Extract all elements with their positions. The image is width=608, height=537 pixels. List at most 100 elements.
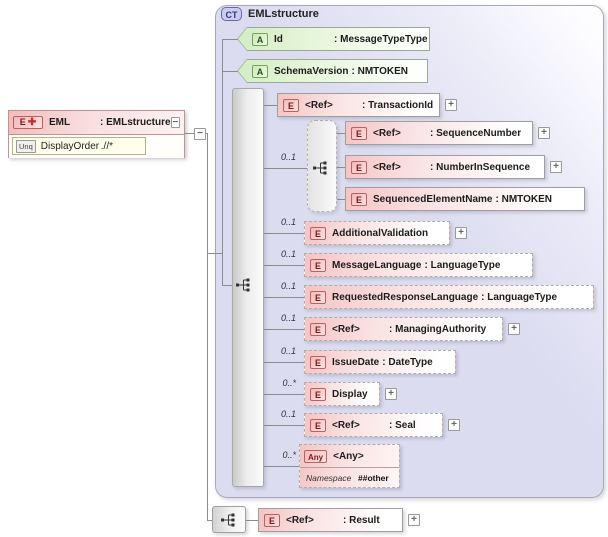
- any-name: <Any>: [333, 450, 364, 462]
- element-with-attributes-icon: E ✚: [13, 116, 43, 129]
- element-type: : LanguageType: [424, 259, 501, 271]
- element-type: : DateType: [382, 356, 433, 368]
- attribute-type: : MessageTypeType: [334, 33, 428, 45]
- connector-line: [264, 362, 304, 363]
- element-numberinsequence[interactable]: E <Ref> : NumberInSequence: [345, 155, 545, 179]
- element-display[interactable]: E Display: [304, 382, 380, 406]
- unique-icon: Unq: [16, 139, 36, 153]
- connector-line: [264, 168, 307, 169]
- connector-line: [337, 167, 345, 168]
- occurrence-label-issuedate: 0..1: [280, 346, 296, 356]
- element-messagelanguage[interactable]: E MessageLanguage : LanguageType: [304, 253, 533, 277]
- element-icon: E: [310, 387, 326, 401]
- element-name: RequestedResponseLanguage: [332, 291, 479, 303]
- expand-toggle-numberinsequence[interactable]: +: [550, 161, 562, 173]
- unique-constraint[interactable]: Unq DisplayOrder .//*: [12, 137, 146, 155]
- sequence-icon: [313, 161, 327, 175]
- element-sequencedelementname[interactable]: E SequencedElementName : NMTOKEN: [345, 187, 585, 211]
- attribute-name: SchemaVersion: [274, 65, 349, 77]
- element-icon: E: [351, 160, 367, 174]
- element-requestedresponselanguage[interactable]: E RequestedResponseLanguage : LanguageTy…: [304, 285, 594, 309]
- element-type: : SequenceNumber: [430, 127, 522, 139]
- element-name: MessageLanguage: [332, 259, 422, 271]
- element-issuedate[interactable]: E IssueDate : DateType: [304, 350, 456, 374]
- namespace-label: Namespace: [306, 473, 352, 483]
- connector-line: [264, 297, 304, 298]
- expand-toggle-display[interactable]: +: [385, 388, 397, 400]
- element-sequencenumber[interactable]: E <Ref> : SequenceNumber: [345, 121, 533, 145]
- element-icon: E: [310, 418, 326, 432]
- element-name: SequencedElementName: [373, 193, 493, 205]
- element-eml[interactable]: E ✚ EML : EMLstructure − Unq DisplayOrder…: [8, 110, 185, 158]
- result-sequence-compositor[interactable]: [212, 506, 246, 533]
- element-icon: E: [310, 226, 326, 240]
- connector-line: [207, 253, 223, 254]
- namespace-value: ##other: [358, 473, 389, 483]
- expand-toggle-result[interactable]: +: [408, 514, 420, 526]
- connector-line: [222, 39, 238, 40]
- complex-type-icon: CT: [221, 7, 242, 21]
- attribute-icon: A: [252, 32, 268, 46]
- attribute-type: : NMTOKEN: [351, 65, 408, 77]
- element-type: : EMLstructure: [100, 117, 171, 128]
- element-name: <Ref>: [286, 514, 314, 526]
- connector-line: [264, 425, 304, 426]
- element-name: EML: [49, 117, 71, 128]
- element-name: <Ref>: [332, 323, 360, 335]
- connector-line: [337, 199, 345, 200]
- element-managingauthority[interactable]: E <Ref> : ManagingAuthority: [304, 317, 503, 341]
- expand-toggle-additionalvalidation[interactable]: +: [455, 227, 467, 239]
- occurrence-label-display: 0..*: [282, 378, 296, 388]
- element-icon: E: [351, 126, 367, 140]
- connector-line: [264, 329, 304, 330]
- element-transactionid[interactable]: E <Ref> : TransactionId: [277, 93, 440, 117]
- attribute-name: Id: [274, 33, 283, 45]
- expand-toggle-managingauthority[interactable]: +: [508, 323, 520, 335]
- any-icon: Any: [304, 449, 328, 463]
- element-name: Display: [332, 388, 368, 400]
- unique-selector: .//*: [100, 140, 113, 152]
- connector-line: [184, 133, 194, 134]
- element-type: : LanguageType: [481, 291, 558, 303]
- expand-toggle-transactionid[interactable]: +: [445, 99, 457, 111]
- connector-line: [207, 133, 208, 521]
- attribute-id[interactable]: A Id : MessageTypeType: [237, 27, 430, 51]
- element-type: : Seal: [389, 419, 416, 431]
- connector-line: [246, 520, 258, 521]
- element-result[interactable]: E <Ref> : Result: [258, 508, 403, 532]
- element-any[interactable]: Any <Any> Namespace ##other: [299, 444, 400, 488]
- collapse-toggle[interactable]: −: [170, 117, 180, 128]
- element-name: AdditionalValidation: [332, 227, 429, 239]
- occurrence-label-seal: 0..1: [280, 409, 296, 419]
- element-icon: E: [310, 258, 326, 272]
- element-name: IssueDate: [332, 356, 380, 368]
- element-eml-header: E ✚ EML : EMLstructure −: [9, 111, 184, 135]
- connector-line: [337, 133, 345, 134]
- element-eml-body: Unq DisplayOrder .//*: [9, 135, 184, 158]
- element-type: : Result: [343, 514, 380, 526]
- occurrence-label-group: 0..1: [280, 152, 296, 162]
- occurrence-label-messagelanguage: 0..1: [280, 249, 296, 259]
- element-icon: E: [351, 192, 367, 206]
- connector-line: [264, 394, 304, 395]
- element-name: <Ref>: [305, 99, 333, 111]
- connector-line: [264, 265, 304, 266]
- attribute-schemaversion[interactable]: A SchemaVersion : NMTOKEN: [237, 59, 428, 83]
- complex-type-title: EMLstructure: [248, 8, 319, 20]
- expand-toggle-sequencenumber[interactable]: +: [538, 127, 550, 139]
- collapse-toggle-eml-children[interactable]: −: [194, 128, 206, 140]
- element-icon: E: [283, 98, 299, 112]
- expand-toggle-seal[interactable]: +: [448, 419, 460, 431]
- connector-line: [264, 233, 304, 234]
- element-icon: E: [264, 513, 280, 527]
- element-type: : TransactionId: [362, 99, 434, 111]
- occurrence-label-managingauthority: 0..1: [280, 313, 296, 323]
- element-icon: E: [310, 290, 326, 304]
- occurrence-label-additionalvalidation: 0..1: [280, 217, 296, 227]
- element-seal[interactable]: E <Ref> : Seal: [304, 413, 443, 437]
- element-additionalvalidation[interactable]: E AdditionalValidation: [304, 221, 450, 245]
- unique-name: DisplayOrder: [40, 140, 100, 152]
- element-icon: E: [310, 322, 326, 336]
- occurrence-label-any: 0..*: [282, 450, 296, 460]
- connector-line: [222, 71, 238, 72]
